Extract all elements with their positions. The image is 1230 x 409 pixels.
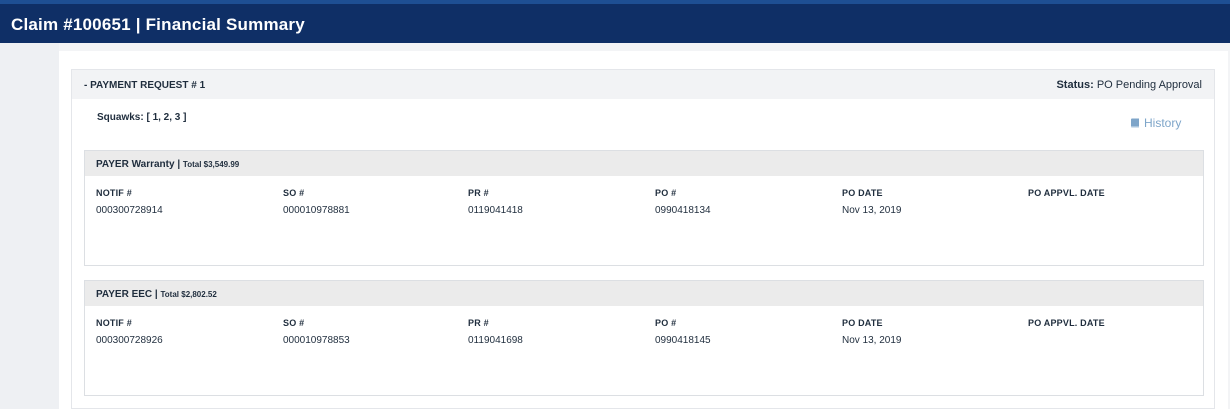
payer-section: PAYER EEC | Total $2,802.52 NOTIF # 0003… [84,280,1204,396]
po-appvl-date-field: PO APPVL. DATE [1028,188,1105,205]
payment-request-card: - PAYMENT REQUEST # 1 Status: PO Pending… [71,69,1215,409]
payer-header: PAYER Warranty | Total $3,549.99 [85,151,1203,176]
pr-value: 0119041698 [468,335,523,346]
payer-total: Total $3,549.99 [182,160,240,169]
po-date-field: PO DATE Nov 13, 2019 [842,188,902,216]
so-label: SO # [283,318,305,328]
po-label: PO # [655,318,677,328]
po-date-value: Nov 13, 2019 [842,205,902,216]
po-date-value: Nov 13, 2019 [842,335,902,346]
payment-request-status: Status: PO Pending Approval [1056,79,1202,91]
book-icon [1130,118,1140,128]
po-value: 0990418145 [655,335,711,346]
pr-value: 0119041418 [468,205,523,216]
so-label: SO # [283,188,305,198]
notif-label: NOTIF # [96,318,132,328]
left-rail [0,43,59,409]
so-field: SO # 000010978853 [283,318,350,346]
payment-request-title[interactable]: - PAYMENT REQUEST # 1 [84,80,205,91]
payer-header: PAYER EEC | Total $2,802.52 [85,281,1203,306]
notif-label: NOTIF # [96,188,132,198]
po-value: 0990418134 [655,205,711,216]
pr-field: PR # 0119041698 [468,318,523,346]
payer-name: PAYER Warranty | [96,159,183,170]
payer-section: PAYER Warranty | Total $3,549.99 NOTIF #… [84,150,1204,266]
pr-field: PR # 0119041418 [468,188,523,216]
po-label: PO # [655,188,677,198]
po-field: PO # 0990418134 [655,188,711,216]
payment-request-header[interactable]: - PAYMENT REQUEST # 1 Status: PO Pending… [72,70,1214,99]
history-label[interactable]: History [1144,116,1181,130]
so-field: SO # 000010978881 [283,188,350,216]
so-value: 000010978853 [283,335,350,346]
notif-field: NOTIF # 000300728926 [96,318,163,346]
status-value: PO Pending Approval [1096,79,1202,91]
payer-title: PAYER Warranty | Total $3,549.99 [96,159,239,170]
payer-total: Total $2,802.52 [160,290,217,299]
po-date-label: PO DATE [842,188,883,198]
po-appvl-date-field: PO APPVL. DATE [1028,318,1105,335]
po-appvl-date-label: PO APPVL. DATE [1028,318,1105,328]
payer-name: PAYER EEC | [96,289,161,300]
notif-value: 000300728926 [96,335,163,346]
po-date-label: PO DATE [842,318,883,328]
page-title: Claim #100651 | Financial Summary [11,15,305,34]
notif-value: 000300728914 [96,205,163,216]
main-content: - PAYMENT REQUEST # 1 Status: PO Pending… [59,51,1228,409]
po-field: PO # 0990418145 [655,318,711,346]
status-label: Status: [1056,79,1094,91]
notif-field: NOTIF # 000300728914 [96,188,163,216]
pr-label: PR # [468,188,489,198]
so-value: 000010978881 [283,205,350,216]
pr-label: PR # [468,318,489,328]
po-appvl-date-label: PO APPVL. DATE [1028,188,1105,198]
po-date-field: PO DATE Nov 13, 2019 [842,318,902,346]
app-header: Claim #100651 | Financial Summary [0,0,1230,43]
history-link[interactable]: History [1130,116,1181,130]
squawks-text: Squawks: [ 1, 2, 3 ] [97,112,187,123]
payer-title: PAYER EEC | Total $2,802.52 [96,289,217,300]
